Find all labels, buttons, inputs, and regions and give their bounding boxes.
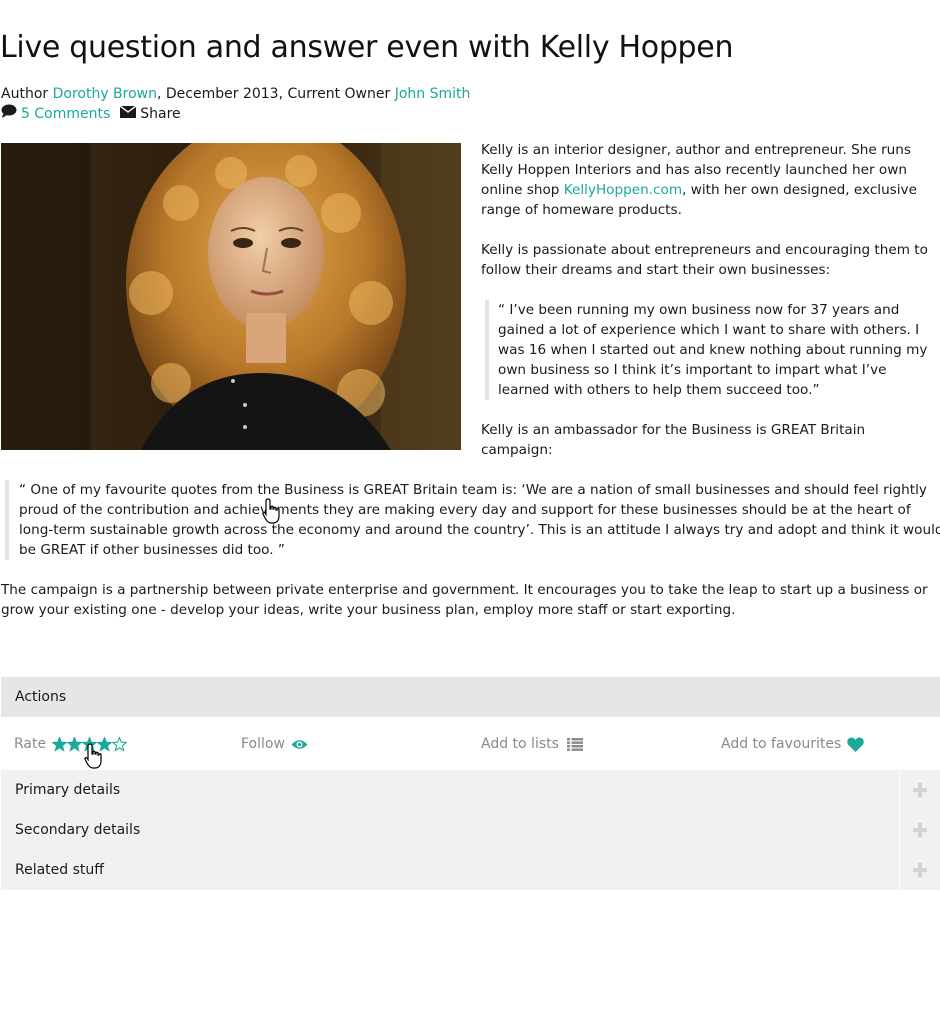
intro-paragraph-3: Kelly is an ambassador for the Business … [481, 422, 866, 458]
add-to-lists-label: Add to lists [481, 736, 559, 752]
kellyhoppen-link[interactable]: KellyHoppen.com [564, 182, 682, 198]
plus-icon [913, 863, 927, 877]
campaign-paragraph: The campaign is a partnership between pr… [1, 582, 928, 618]
expand-plus-button[interactable] [899, 850, 940, 890]
star-filled-icon[interactable] [67, 736, 83, 752]
plus-icon [913, 783, 927, 797]
envelope-icon [119, 104, 137, 124]
owner-link[interactable]: John Smith [395, 86, 471, 102]
article-meta: Author Dorothy Brown, December 2013, Cur… [1, 84, 470, 104]
intro-text: Kelly is an interior designer, author an… [481, 140, 936, 480]
add-to-favourites-label: Add to favourites [721, 736, 842, 752]
accordion-label: Related stuff [15, 862, 104, 878]
expand-plus-button[interactable] [899, 770, 940, 810]
accordion-label: Secondary details [15, 822, 141, 838]
comment-icon [1, 104, 17, 124]
author-link[interactable]: Dorothy Brown [53, 86, 157, 102]
list-icon [566, 737, 583, 751]
add-to-lists-button[interactable]: Add to lists [481, 734, 583, 754]
share-button[interactable]: Share [119, 104, 181, 124]
star-empty-icon[interactable] [112, 736, 128, 752]
article-page: Live question and answer even with Kelly… [0, 0, 940, 1012]
follow-button[interactable]: Follow [241, 734, 308, 754]
heart-icon [847, 737, 865, 752]
actions-heading: Actions [1, 677, 940, 717]
hand-cursor-icon [262, 498, 280, 524]
quote-text: “ I’ve been running my own business now … [498, 302, 928, 398]
blockquote-campaign: “ One of my favourite quotes from the Bu… [5, 480, 940, 560]
rate-label: Rate [14, 736, 47, 752]
intro-paragraph-1: Kelly is an interior designer, author an… [481, 140, 936, 220]
hand-cursor-icon [84, 743, 102, 769]
follow-label: Follow [241, 736, 285, 752]
star-filled-icon[interactable] [52, 736, 68, 752]
comments-link[interactable]: 5 Comments [21, 104, 110, 124]
accordion-primary-details[interactable]: Primary details [1, 770, 940, 810]
rate-control[interactable]: Rate [14, 734, 128, 754]
date-text: , December 2013, Current Owner [157, 86, 391, 102]
accordion-related-stuff[interactable]: Related stuff [1, 850, 940, 890]
eye-icon [291, 739, 308, 749]
share-label: Share [140, 106, 181, 122]
intro-paragraph-2: Kelly is passionate about entrepreneurs … [481, 242, 928, 278]
campaign-quote-text: “ One of my favourite quotes from the Bu… [19, 482, 940, 558]
plus-icon [913, 823, 927, 837]
kelly-hoppen-photo [1, 143, 461, 450]
page-title: Live question and answer even with Kelly… [0, 30, 734, 65]
author-label: Author [1, 86, 49, 102]
blockquote-kelly: “ I’ve been running my own business now … [485, 300, 936, 400]
article-social: 5 Comments Share [1, 104, 181, 124]
accordion-secondary-details[interactable]: Secondary details [1, 810, 940, 850]
expand-plus-button[interactable] [899, 810, 940, 850]
accordion-label: Primary details [15, 782, 121, 798]
add-to-favourites-button[interactable]: Add to favourites [721, 734, 865, 754]
